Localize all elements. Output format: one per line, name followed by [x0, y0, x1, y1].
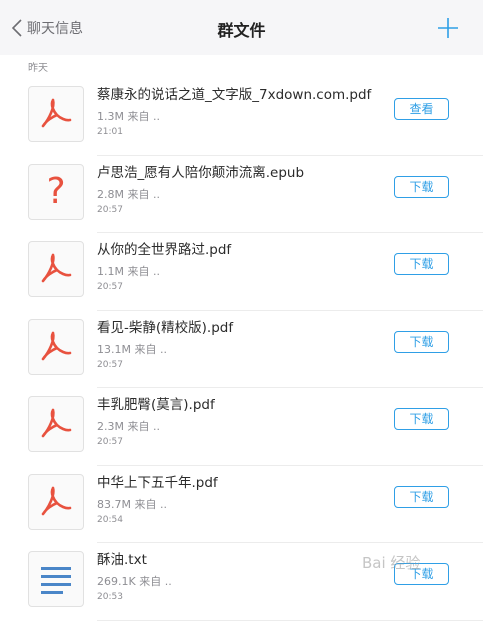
file-meta: 2.8M 来自 ..	[97, 186, 160, 202]
file-name: 中华上下五千年.pdf	[97, 474, 218, 491]
pdf-icon	[41, 98, 72, 128]
file-row[interactable]: ? 卢思浩_愿有人陪你颠沛流离.epub 2.8M 来自 .. 20:57 下载	[0, 156, 483, 233]
file-source: 来自 ..	[139, 575, 172, 588]
download-button[interactable]: 下载	[394, 330, 449, 353]
page-title: 群文件	[217, 21, 266, 40]
file-source: 来自 ..	[134, 497, 167, 511]
file-meta: 2.3M 来自 ..	[97, 418, 160, 434]
row-divider	[97, 619, 483, 621]
file-name: 看见-柴静(精校版).pdf	[97, 319, 234, 336]
pdf-icon	[41, 408, 72, 438]
file-type-icon[interactable]	[28, 551, 84, 607]
file-meta: 83.7M 来自 ..	[97, 496, 167, 512]
file-time: 21:01	[97, 127, 123, 137]
file-name: 从你的全世界路过.pdf	[97, 242, 232, 258]
file-time: 20:57	[97, 204, 123, 215]
pdf-icon	[41, 253, 72, 283]
file-type-icon[interactable]	[28, 318, 84, 375]
file-name: 蔡康永的说话之道_文字版_7xdown.com.pdf	[97, 87, 372, 103]
watermark: Bai 经验	[362, 554, 421, 572]
file-row[interactable]: 丰乳肥臀(莫言).pdf 2.3M 来自 .. 20:57 下载	[0, 388, 483, 466]
file-row[interactable]: 从你的全世界路过.pdf 1.1M 来自 .. 20:57 下载	[0, 233, 483, 311]
file-source: 来自 ..	[134, 342, 167, 356]
file-list: 蔡康永的说话之道_文字版_7xdown.com.pdf 1.3M 来自 .. 21:…	[0, 78, 483, 621]
file-source: 来自 ..	[127, 187, 160, 201]
navigation-bar: 聊天信息 群文件	[0, 0, 483, 55]
file-size: 83.7M	[97, 497, 131, 511]
file-size: 2.3M	[97, 420, 124, 433]
download-button[interactable]: 下载	[394, 485, 449, 508]
file-time: 20:54	[97, 514, 123, 525]
file-size: 269.1K	[97, 575, 136, 588]
file-time: 20:53	[97, 592, 123, 602]
download-button[interactable]: 下载	[394, 253, 449, 275]
unknown-file-icon: ?	[46, 170, 66, 212]
file-source: 来自 ..	[127, 265, 160, 278]
file-meta: 1.3M 来自 ..	[97, 108, 160, 124]
file-type-icon[interactable]	[28, 396, 84, 452]
file-source: 来自 ..	[127, 110, 160, 123]
file-row[interactable]: 中华上下五千年.pdf 83.7M 来自 .. 20:54 下载	[0, 466, 483, 543]
file-size: 2.8M	[97, 187, 124, 201]
view-button[interactable]: 查看	[394, 98, 449, 120]
file-name: 丰乳肥臀(莫言).pdf	[97, 397, 215, 413]
file-name: 卢思浩_愿有人陪你颠沛流离.epub	[97, 164, 305, 181]
file-size: 13.1M	[97, 342, 131, 356]
file-time: 20:57	[97, 437, 123, 447]
file-type-icon[interactable]: ?	[28, 163, 84, 220]
section-header-date: 昨天	[28, 63, 48, 74]
pdf-icon	[41, 331, 72, 360]
file-meta: 1.1M 来自 ..	[97, 263, 160, 279]
file-size: 1.3M	[97, 110, 124, 123]
file-meta: 13.1M 来自 ..	[97, 341, 167, 357]
file-meta: 269.1K 来自 ..	[97, 573, 172, 589]
file-type-icon[interactable]	[28, 86, 84, 142]
file-time: 20:57	[97, 359, 123, 370]
download-button[interactable]: 下载	[394, 408, 449, 430]
file-type-icon[interactable]	[28, 241, 84, 297]
pdf-icon	[41, 486, 72, 515]
file-type-icon[interactable]	[28, 473, 84, 530]
text-file-icon	[41, 567, 71, 594]
file-source: 来自 ..	[127, 420, 160, 433]
download-button[interactable]: 下载	[394, 175, 449, 198]
file-name: 酥油.txt	[97, 552, 147, 568]
file-time: 20:57	[97, 282, 123, 292]
file-row[interactable]: 看见-柴静(精校版).pdf 13.1M 来自 .. 20:57 下载	[0, 311, 483, 388]
plus-icon[interactable]	[437, 17, 459, 39]
file-row[interactable]: 蔡康永的说话之道_文字版_7xdown.com.pdf 1.3M 来自 .. 21:…	[0, 78, 483, 156]
file-size: 1.1M	[97, 265, 124, 278]
